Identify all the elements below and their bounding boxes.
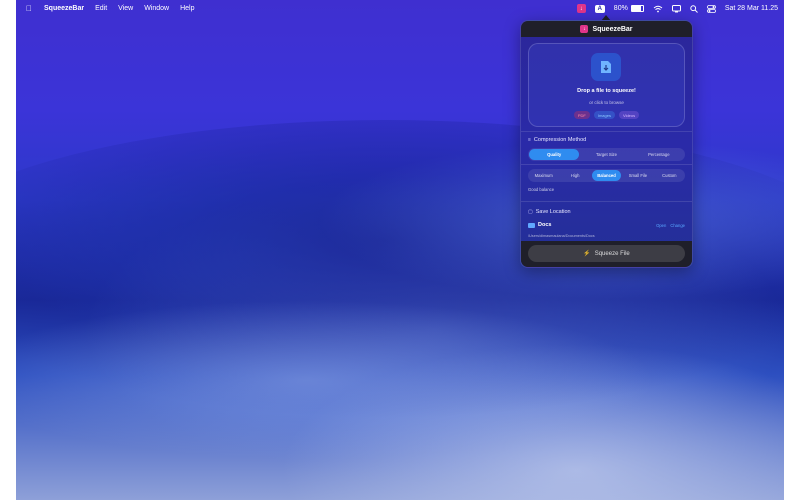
menu-edit[interactable]: Edit (95, 5, 107, 12)
level-balanced[interactable]: Balanced (591, 170, 622, 181)
drop-subtitle[interactable]: or click to browse (529, 100, 684, 105)
sliders-icon: ≡ (528, 137, 531, 143)
divider (521, 164, 692, 165)
compression-mode-segmented: Quality Target Size Percentage (528, 148, 685, 161)
control-center-icon (706, 4, 716, 13)
folder-icon: ▢ (528, 209, 533, 215)
menu-view[interactable]: View (118, 5, 133, 12)
battery-fill (631, 6, 641, 11)
wifi-icon (653, 5, 663, 12)
save-location-title-label: Save Location (535, 209, 571, 215)
search-icon (690, 4, 698, 13)
popover-footer: ⚡ Squeeze File (521, 241, 692, 267)
battery-icon (630, 5, 644, 12)
squeeze-file-label: Squeeze File (594, 250, 630, 257)
compression-title-label: Compression Method (533, 137, 587, 143)
level-custom[interactable]: Custom (655, 170, 684, 181)
level-description: Good balance (528, 187, 555, 192)
popover-header: ↓ SqueezeBar (521, 21, 692, 37)
spotlight[interactable] (690, 4, 698, 13)
mode-quality[interactable]: Quality (529, 149, 580, 160)
display-icon (671, 4, 681, 12)
squeezebar-popover: ↓ SqueezeBar Drop a file to squeeze! or … (520, 20, 693, 268)
change-folder-link[interactable]: Change (670, 223, 685, 228)
chip-videos: Videos (618, 111, 640, 119)
battery-status[interactable]: 80% (614, 5, 644, 12)
mode-percentage[interactable]: Percentage (634, 149, 684, 160)
popover-title: SqueezeBar (592, 25, 633, 33)
file-download-icon (591, 53, 621, 81)
level-small-file[interactable]: Small File (623, 170, 652, 181)
divider (521, 131, 692, 132)
file-type-chips: PDF Images Videos (529, 111, 684, 119)
level-maximum[interactable]: Maximum (529, 170, 558, 181)
open-folder-link[interactable]: Open (656, 223, 666, 228)
level-high[interactable]: High (560, 170, 589, 181)
folder-icon (528, 222, 535, 228)
drop-title: Drop a file to squeeze! (577, 88, 636, 94)
wifi-status[interactable] (653, 5, 663, 13)
apple-menu-icon[interactable]:  (24, 4, 34, 13)
save-path: /Users/dimasmaulana/Documents/Docs (528, 234, 595, 238)
battery-percent: 80% (613, 5, 628, 12)
menu-bar:  SqueezeBar Edit View Window Help ↓ A 8… (16, 0, 784, 17)
chip-images: Images (593, 111, 615, 119)
drop-zone[interactable]: Drop a file to squeeze! or click to brow… (528, 43, 685, 127)
save-location-section-title: ▢ Save Location (528, 209, 571, 215)
compression-section-title: ≡ Compression Method (528, 137, 586, 143)
menu-app-name[interactable]: SqueezeBar (44, 5, 84, 12)
save-location-actions: Open Change (656, 223, 685, 228)
squeezebar-logo-icon: ↓ (580, 25, 589, 33)
save-folder-name: Docs (538, 222, 552, 228)
control-center[interactable] (706, 4, 716, 13)
wallpaper-wave-light (16, 300, 656, 460)
keyboard-input-icon: A (594, 4, 605, 13)
chip-pdf: PDF (573, 111, 590, 119)
mode-target-size[interactable]: Target Size (581, 149, 631, 160)
squeeze-file-button[interactable]: ⚡ Squeeze File (528, 245, 685, 262)
squeezebar-status-item[interactable]: ↓ (576, 4, 586, 13)
divider (521, 201, 692, 202)
squeezebar-status-icon: ↓ (576, 4, 586, 13)
menu-window[interactable]: Window (144, 5, 169, 12)
quality-level-segmented: Maximum High Balanced Small File Custom (528, 169, 685, 182)
save-location-row: Docs Open Change (528, 219, 685, 231)
input-source[interactable]: A (594, 4, 605, 13)
menu-clock[interactable]: Sat 28 Mar 11.25 (725, 5, 778, 12)
bolt-icon: ⚡ (583, 251, 591, 257)
display-status[interactable] (671, 4, 681, 13)
menu-help[interactable]: Help (180, 5, 194, 12)
